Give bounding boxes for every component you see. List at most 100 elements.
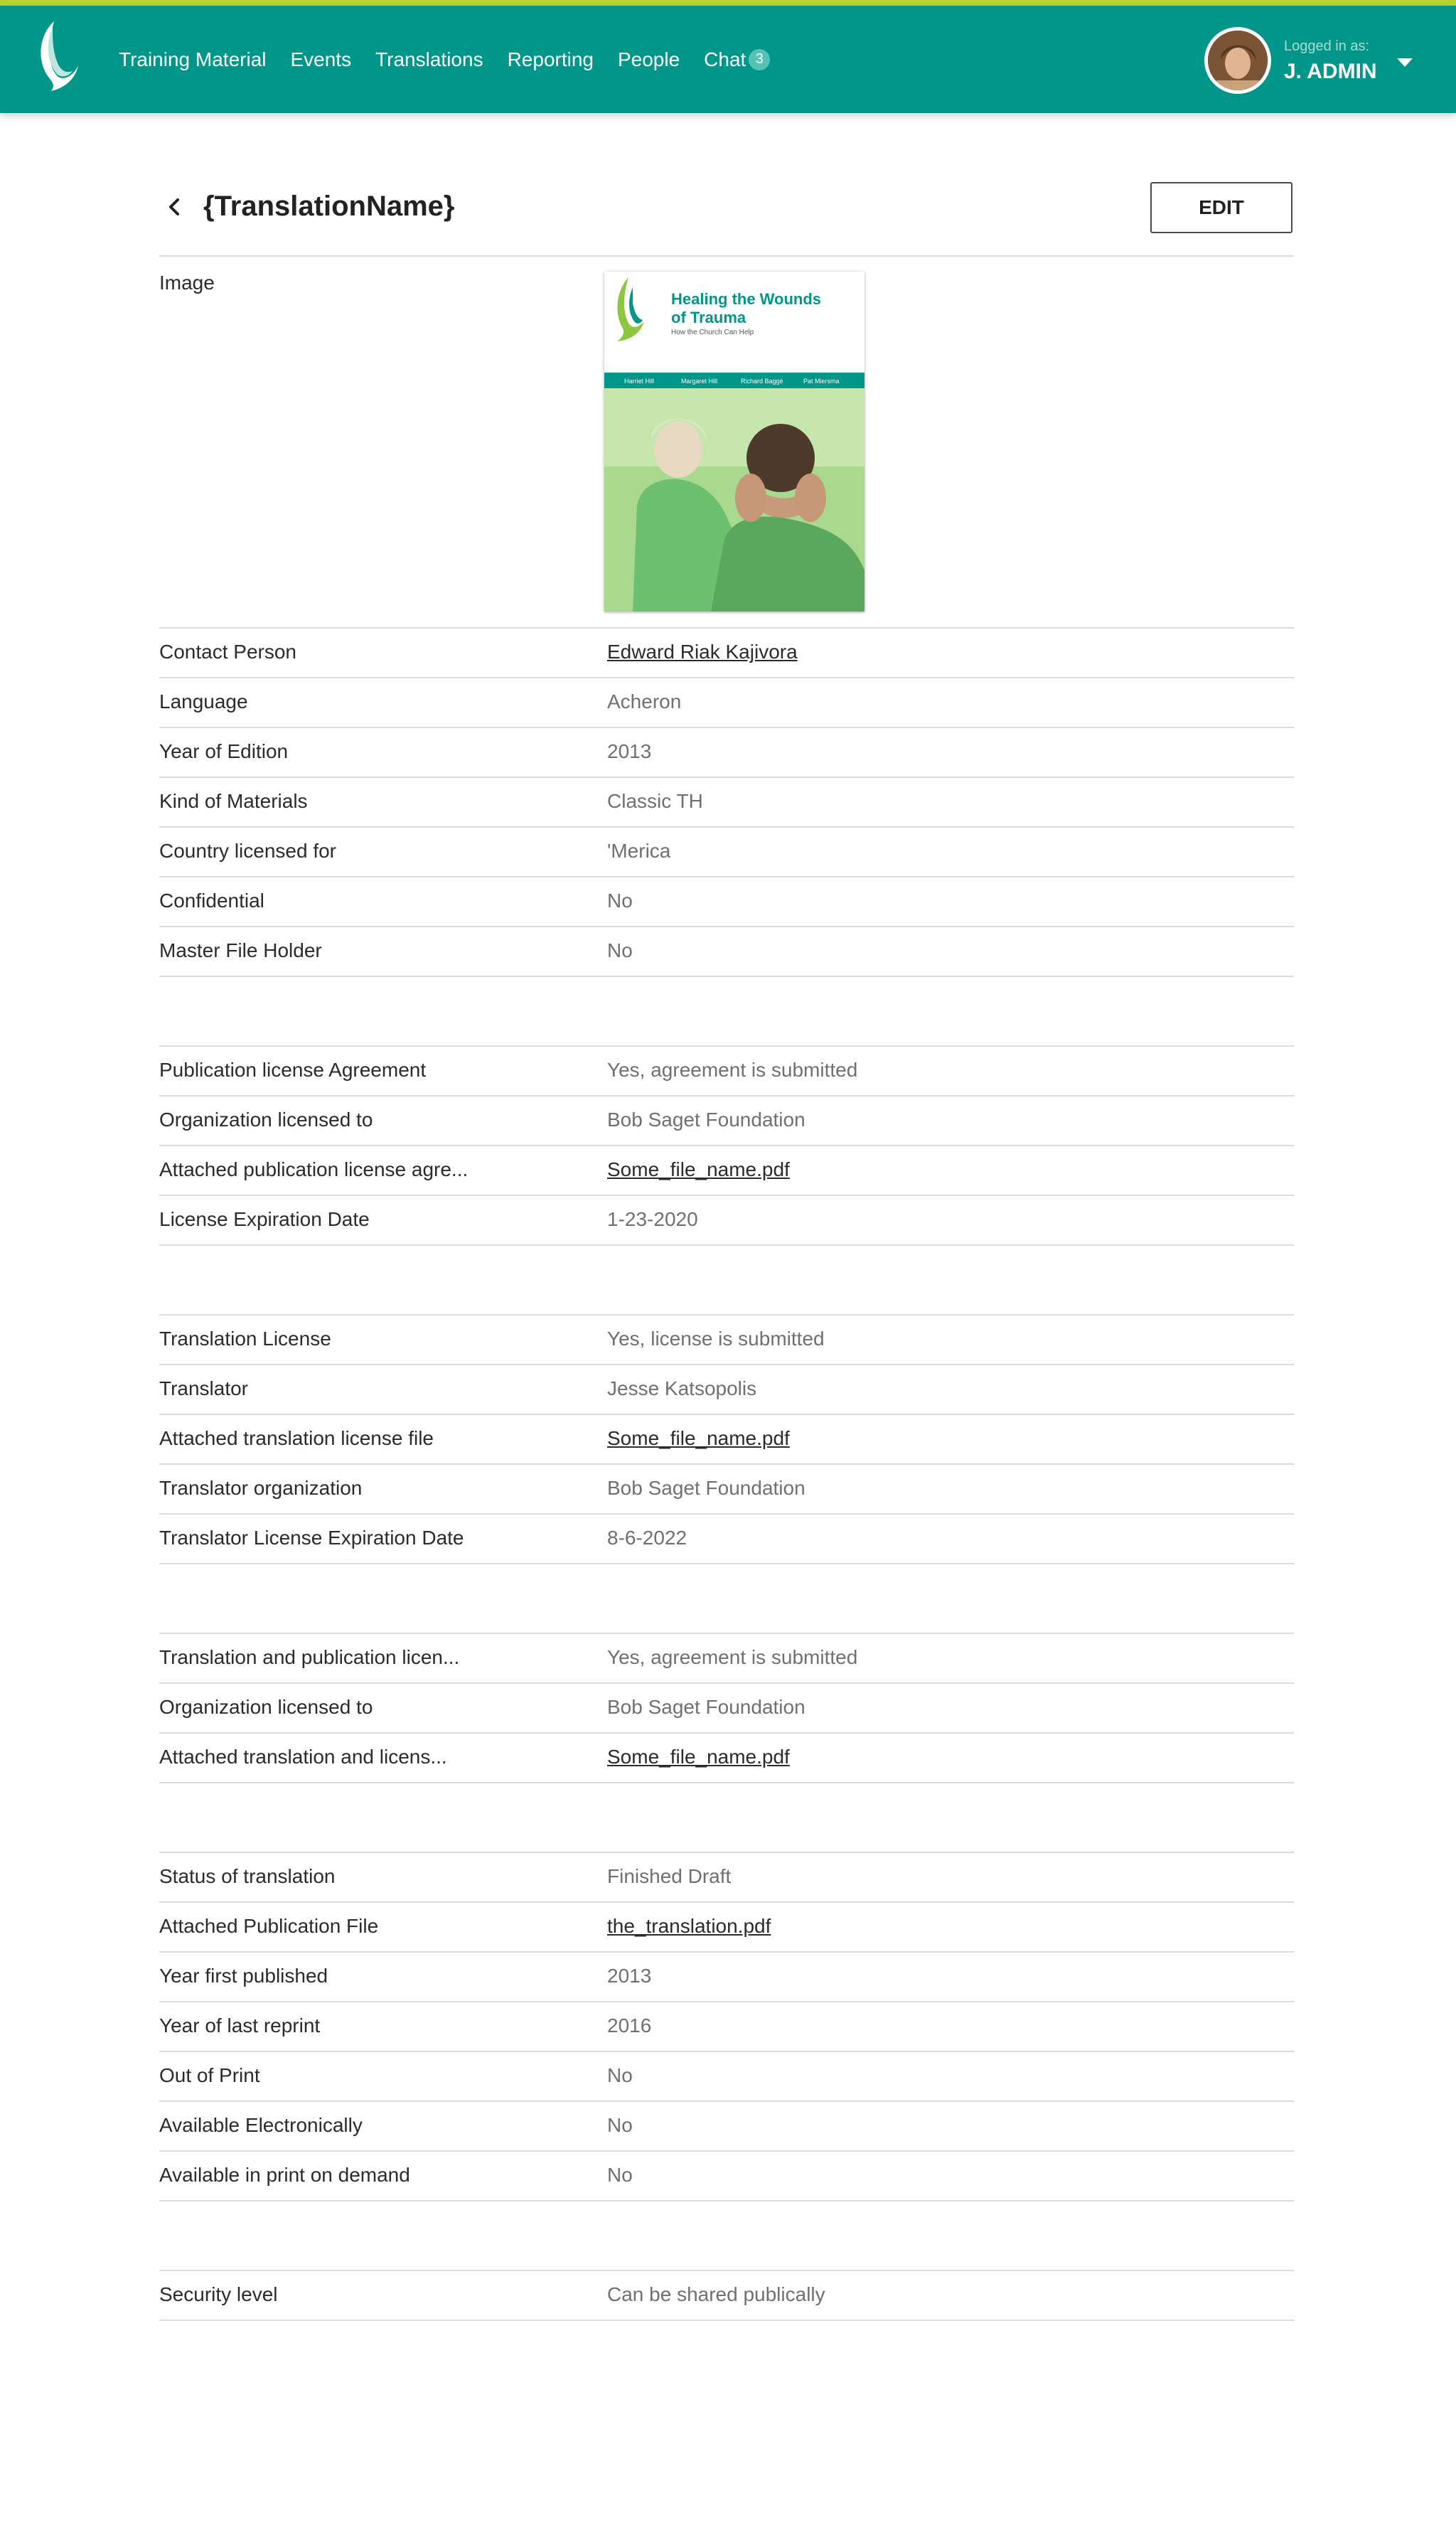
nav-translations[interactable]: Translations [375,48,483,71]
image-label: Image [159,272,215,294]
field-label: Out of Print [159,2064,260,2086]
field-label: Master File Holder [159,939,322,961]
divider [159,2051,1294,2052]
field-value: Bob Saget Foundation [607,1477,805,1499]
avatar-image [1208,31,1268,90]
nav-chat[interactable]: Chat 3 [704,48,771,71]
divider [159,2200,1294,2201]
field-value: Classic TH [607,790,703,812]
nav-label: Translations [375,48,483,70]
field-value: Bob Saget Foundation [607,1109,805,1131]
cover-author: Margaret Hill [681,378,717,385]
divider [159,2001,1294,2002]
nav-label: Training Material [119,48,267,70]
divider [159,2101,1294,2102]
divider [159,2150,1294,2152]
field-value: 8-6-2022 [607,1527,687,1549]
nav-people[interactable]: People [618,48,680,71]
field-label: Status of translation [159,1865,336,1887]
divider [159,1633,1294,1634]
field-label: Confidential [159,890,264,912]
field-value: Bob Saget Foundation [607,1696,805,1718]
field-label: Available in print on demand [159,2164,410,2186]
user-menu-caret-icon[interactable] [1397,58,1413,67]
divider [159,2270,1294,2271]
divider [159,1901,1294,1903]
field-value: 2013 [607,740,652,762]
divider [159,1513,1294,1515]
divider [159,1314,1294,1315]
divider [159,826,1294,828]
divider [159,677,1294,678]
divider [159,1145,1294,1146]
app-header: Training Material Events Translations Re… [0,6,1456,113]
divider [159,1951,1294,1953]
nav-label: Reporting [507,48,594,70]
field-value: Can be shared publically [607,2283,825,2305]
field-value-link[interactable]: the_translation.pdf [607,1915,771,1938]
field-label: Organization licensed to [159,1696,373,1718]
field-label: License Expiration Date [159,1208,370,1230]
cover-title-2: of Trauma [671,309,746,326]
edit-button[interactable]: EDIT [1150,182,1292,233]
cover-subtitle: How the Church Can Help [671,329,754,336]
field-value-link[interactable]: Some_file_name.pdf [607,1427,790,1450]
cover-author: Richard Baggé [741,378,783,385]
nav-events[interactable]: Events [290,48,351,71]
divider [159,1364,1294,1365]
divider [159,1852,1294,1853]
field-label: Year of Edition [159,740,289,762]
user-name[interactable]: J. ADMIN [1284,60,1377,84]
nav-label: People [617,48,680,70]
nav-label: Events [290,48,352,70]
cover-author: Pat Miersma [803,378,840,385]
field-label: Attached Publication File [159,1915,379,1937]
field-value-link[interactable]: Edward Riak Kajivora [607,641,798,663]
divider [159,1782,1294,1783]
field-value: Yes, agreement is submitted [607,1059,858,1081]
divider [159,1414,1294,1415]
page-title: {TranslationName} [203,191,455,222]
field-value: Yes, license is submitted [607,1328,825,1350]
divider [159,1244,1294,1246]
back-chevron-icon[interactable] [165,196,185,218]
field-label: Attached translation and licens... [159,1746,447,1768]
divider [159,876,1294,877]
field-label: Security level [159,2283,278,2305]
chat-unread-badge: 3 [749,48,771,70]
divider [159,727,1294,728]
field-label: Year first published [159,1965,328,1987]
divider [159,2320,1294,2321]
app-logo[interactable] [33,20,88,98]
field-label: Organization licensed to [159,1109,373,1131]
field-label: Publication license Agreement [159,1059,427,1081]
nav-reporting[interactable]: Reporting [508,48,594,71]
cover-title-1: Healing the Wounds [671,290,821,308]
field-value: 1-23-2020 [607,1208,698,1230]
nav-training-material[interactable]: Training Material [119,48,266,71]
field-label: Available Electronically [159,2114,363,2136]
divider [159,627,1294,629]
field-label: Language [159,690,248,712]
divider [159,255,1294,257]
field-value-link[interactable]: Some_file_name.pdf [607,1746,790,1768]
avatar[interactable] [1204,27,1271,94]
divider [159,926,1294,927]
field-label: Translation License [159,1328,331,1350]
field-value: Yes, agreement is submitted [607,1646,858,1668]
divider [159,1045,1294,1047]
field-value: 2016 [607,2014,652,2037]
field-value: No [607,890,633,912]
cover-author: Harriet Hill [624,378,654,385]
field-value: Finished Draft [607,1865,732,1887]
book-cover-image: Healing the Wounds of Trauma How the Chu… [604,272,864,612]
divider [159,976,1294,977]
divider [159,1463,1294,1465]
header-accent-bar [0,0,1456,6]
field-label: Translator organization [159,1477,363,1499]
field-value-link[interactable]: Some_file_name.pdf [607,1158,790,1181]
field-value: No [607,2164,633,2186]
field-label: Attached publication license agre... [159,1158,469,1180]
field-label: Attached translation license file [159,1427,434,1449]
field-label: Contact Person [159,641,296,663]
